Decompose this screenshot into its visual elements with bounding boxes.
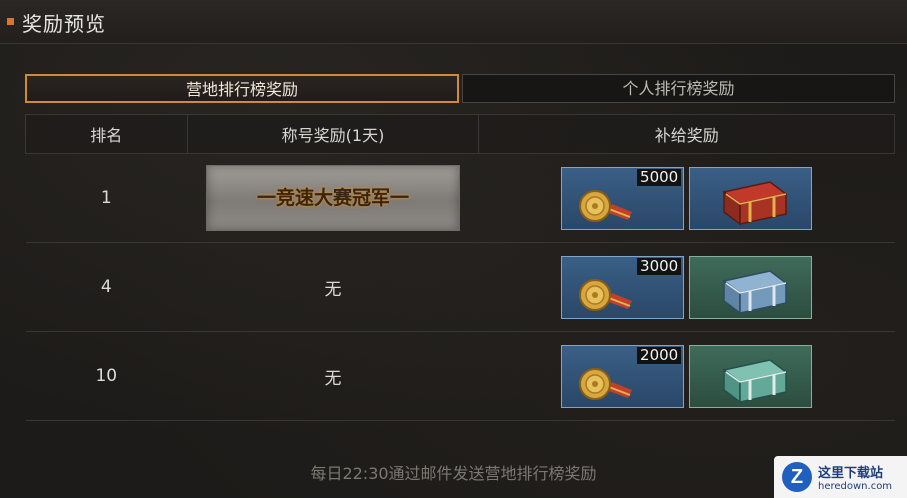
rank-cell: 1: [25, 153, 188, 243]
item-quantity: 2000: [637, 346, 682, 364]
reward-item-medal[interactable]: 2000: [561, 344, 685, 408]
reward-item-chest[interactable]: [689, 166, 813, 230]
mail-delivery-note: 每日22:30通过邮件发送营地排行榜奖励: [310, 464, 597, 483]
reward-item-medal[interactable]: 5000: [561, 166, 685, 230]
panel-header: 奖励预览: [0, 0, 907, 44]
item-quantity: 3000: [637, 257, 682, 275]
site-watermark: Z 这里下载站 heredown.com: [774, 456, 907, 498]
teal-chest-icon: [722, 358, 788, 403]
column-header-supply-reward: 补给奖励: [478, 114, 895, 154]
supply-reward-cell: 5000: [478, 153, 895, 243]
tab-bar: 营地排行榜奖励 个人排行榜奖励: [25, 74, 895, 103]
reward-table: 排名 称号奖励(1天) 补给奖励 1 一竞速大赛冠军一 5000 4 无 300…: [25, 114, 895, 421]
table-row: 4 无 3000: [25, 242, 895, 332]
title-reward-cell: 无: [187, 331, 479, 421]
z-logo-icon: Z: [782, 462, 812, 492]
column-header-title-reward: 称号奖励(1天): [186, 114, 480, 154]
title-reward-cell: 无: [187, 242, 479, 332]
red-chest-icon: [722, 180, 788, 225]
title-reward-cell: 一竞速大赛冠军一: [187, 153, 479, 243]
watermark-cn: 这里下载站: [818, 466, 884, 481]
supply-reward-cell: 2000: [478, 331, 895, 421]
column-header-rank: 排名: [25, 114, 188, 154]
rank-cell: 4: [25, 242, 188, 332]
tab-personal-ranking[interactable]: 个人排行榜奖励: [462, 74, 895, 103]
header-bullet-icon: [7, 18, 14, 25]
table-row: 10 无 2000: [25, 331, 895, 421]
rank-cell: 10: [25, 331, 188, 421]
tab-camp-ranking[interactable]: 营地排行榜奖励: [25, 74, 459, 103]
reward-item-chest[interactable]: [689, 255, 813, 319]
watermark-en: heredown.com: [818, 481, 893, 492]
supply-reward-cell: 3000: [478, 242, 895, 332]
reward-item-chest[interactable]: [689, 344, 813, 408]
blue-chest-icon: [722, 269, 788, 314]
table-row: 1 一竞速大赛冠军一 5000: [25, 153, 895, 243]
table-header-row: 排名 称号奖励(1天) 补给奖励: [25, 114, 895, 154]
page-title: 奖励预览: [22, 12, 106, 36]
reward-item-medal[interactable]: 3000: [561, 255, 685, 319]
item-quantity: 5000: [637, 168, 682, 186]
champion-title-badge[interactable]: 一竞速大赛冠军一: [206, 165, 461, 231]
